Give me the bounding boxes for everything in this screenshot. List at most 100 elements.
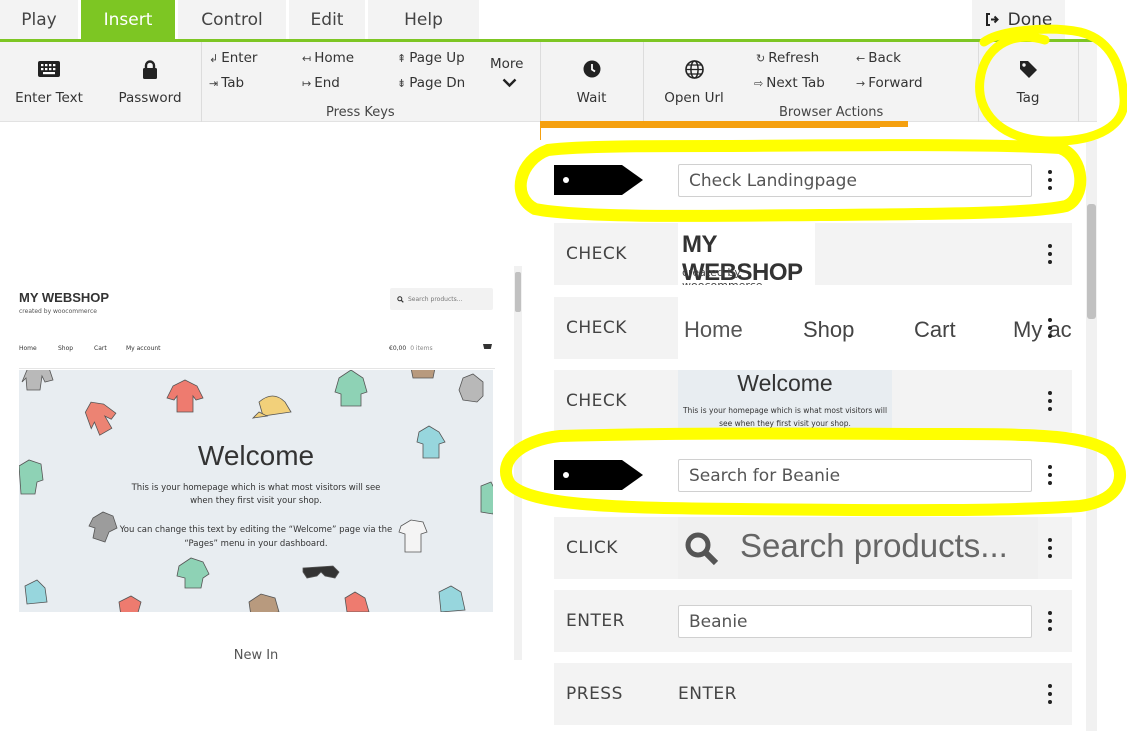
key-tab[interactable]: ⇥ Tab <box>209 75 244 91</box>
crop-site-subtitle: created by woocommerce <box>682 266 763 285</box>
globe-icon <box>684 58 704 80</box>
key-enter-label: Enter <box>221 50 258 66</box>
refresh-button[interactable]: ↻ Refresh <box>756 50 819 66</box>
step-row-check[interactable]: CHECK Home Shop Cart My ac <box>554 297 1072 359</box>
step-screenshot: MY WEBSHOP created by woocommerce <box>678 223 815 285</box>
next-tab-icon: ⇨ <box>754 77 764 90</box>
divider <box>201 42 202 122</box>
back-button[interactable]: ← Back <box>856 50 901 66</box>
step-row-enter[interactable]: ENTER Beanie <box>554 590 1072 652</box>
crop-menu-shop: Shop <box>803 317 855 342</box>
crop-welcome-heading: Welcome <box>737 370 833 396</box>
wait-button[interactable]: Wait <box>541 42 642 121</box>
press-keys-group-label: Press Keys <box>326 105 395 120</box>
step-screenshot: Home Shop Cart My ac <box>678 297 1072 359</box>
tag-label: Tag <box>1016 90 1040 106</box>
more-options-icon[interactable] <box>1047 244 1053 264</box>
tab-bar: Play Insert Control Edit Help Done <box>0 0 1097 40</box>
page-up-icon: ⇞ <box>397 52 407 65</box>
step-row-press[interactable]: PRESS ENTER <box>554 663 1072 725</box>
step-row-tag[interactable]: Check Landingpage <box>554 149 1072 211</box>
site-title: MY WEBSHOP <box>19 290 110 305</box>
nav-home[interactable]: Home <box>19 345 37 352</box>
key-end[interactable]: ↦ End <box>302 75 340 91</box>
steps-scrollbar-thumb[interactable] <box>1087 204 1096 319</box>
more-options-icon[interactable] <box>1047 318 1053 338</box>
enter-text-button[interactable]: Enter Text <box>0 42 98 121</box>
next-tab-button[interactable]: ⇨ Next Tab <box>754 75 825 91</box>
tab-control[interactable]: Control <box>178 0 286 39</box>
step-row-check[interactable]: CHECK Welcome This is your homepage whic… <box>554 370 1072 432</box>
step-row-check[interactable]: CHECK MY WEBSHOP created by woocommerce <box>554 223 1072 285</box>
more-options-icon[interactable] <box>1047 538 1053 558</box>
nav-cart[interactable]: Cart <box>94 345 107 352</box>
welcome-edit-note: You can change this text by editing the … <box>119 525 393 549</box>
tab-play[interactable]: Play <box>0 0 78 39</box>
clock-icon <box>583 58 601 80</box>
tab-edit[interactable]: Edit <box>289 0 365 39</box>
preview-scrollbar[interactable] <box>514 266 522 660</box>
chevron-down-icon[interactable] <box>502 78 517 88</box>
tab-help[interactable]: Help <box>368 0 479 39</box>
tag-name-field[interactable]: Search for Beanie <box>678 459 1032 492</box>
site-subtitle: created by woocommerce <box>19 308 97 315</box>
hero-banner: Welcome This is your homepage which is w… <box>19 370 493 612</box>
key-tab-label: Tab <box>221 75 245 91</box>
keyboard-icon <box>38 58 60 80</box>
done-button[interactable]: Done <box>972 0 1065 39</box>
enter-text-label: Enter Text <box>15 90 83 106</box>
crop-welcome-text: This is your homepage which is what most… <box>682 406 888 428</box>
tag-marker-icon <box>554 460 643 490</box>
key-end-label: End <box>314 75 340 91</box>
refresh-icon: ↻ <box>756 52 766 65</box>
open-url-button[interactable]: Open Url <box>644 42 744 121</box>
crop-menu-home: Home <box>684 317 743 342</box>
key-page-up[interactable]: ⇞ Page Up <box>397 50 465 66</box>
more-keys-button[interactable]: More <box>490 56 523 72</box>
open-url-label: Open Url <box>664 90 724 106</box>
key-home[interactable]: ↤ Home <box>302 50 354 66</box>
step-action: CHECK <box>566 318 627 338</box>
back-label: Back <box>868 50 901 66</box>
more-options-icon[interactable] <box>1047 684 1053 704</box>
nav-my-account[interactable]: My account <box>126 345 161 352</box>
tag-button[interactable]: Tag <box>979 42 1077 121</box>
search-input[interactable]: Search products... <box>390 288 493 310</box>
lock-icon <box>142 58 158 80</box>
step-row-tag[interactable]: Search for Beanie <box>554 444 1072 506</box>
step-action: CHECK <box>566 391 627 411</box>
search-icon <box>685 532 719 566</box>
key-page-dn[interactable]: ⇟ Page Dn <box>397 75 465 91</box>
cart-summary[interactable]: €0,00 0 items <box>389 345 433 352</box>
more-options-icon[interactable] <box>1047 465 1053 485</box>
more-options-icon[interactable] <box>1047 611 1053 631</box>
password-button[interactable]: Password <box>100 42 200 121</box>
more-options-icon[interactable] <box>1047 170 1053 190</box>
key-page-up-label: Page Up <box>409 50 465 66</box>
preview-scrollbar-thumb[interactable] <box>515 272 521 312</box>
enter-value-field[interactable]: Beanie <box>678 605 1032 638</box>
orange-strip <box>880 121 908 127</box>
key-enter[interactable]: ↲ Enter <box>209 50 257 66</box>
welcome-intro: This is your homepage which is what most… <box>131 483 381 506</box>
header-divider <box>19 368 495 369</box>
tab-key-icon: ⇥ <box>209 77 219 90</box>
nav-shop[interactable]: Shop <box>58 345 73 352</box>
basket-icon[interactable] <box>483 343 492 353</box>
tag-name-field[interactable]: Check Landingpage <box>678 164 1032 197</box>
browser-actions-group-label: Browser Actions <box>779 105 884 120</box>
step-action: PRESS <box>566 684 623 704</box>
new-in-heading: New In <box>233 648 279 660</box>
arrow-left-icon: ← <box>856 52 866 65</box>
more-options-icon[interactable] <box>1047 391 1053 411</box>
page-down-icon: ⇟ <box>397 77 407 90</box>
tab-insert[interactable]: Insert <box>81 0 175 39</box>
step-screenshot: Welcome This is your homepage which is w… <box>678 370 892 432</box>
step-action: CLICK <box>566 538 618 558</box>
forward-button[interactable]: → Forward <box>856 75 923 91</box>
cart-items: 0 items <box>410 345 433 352</box>
password-label: Password <box>118 90 182 106</box>
next-tab-label: Next Tab <box>766 75 825 91</box>
step-row-click[interactable]: CLICK Search products... <box>554 517 1072 579</box>
home-key-icon: ↤ <box>302 52 312 65</box>
